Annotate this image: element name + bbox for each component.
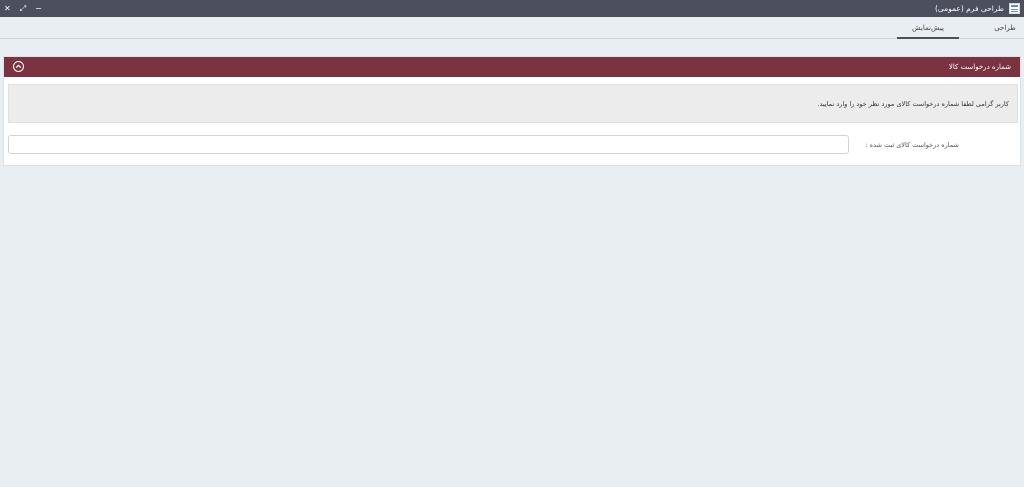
minimize-icon[interactable]: − (35, 4, 42, 13)
form-designer-icon (1009, 3, 1020, 14)
request-number-input[interactable] (8, 135, 849, 154)
tab-bar: طراحی پیش‌نمایش (0, 17, 1024, 39)
close-icon[interactable]: ✕ (4, 4, 11, 13)
info-notice: کاربر گرامی لطفا شماره درخواست کالای مور… (8, 84, 1018, 123)
panel-title: شماره درخواست کالا (948, 63, 1011, 71)
tab-preview[interactable]: پیش‌نمایش (897, 17, 959, 39)
window-titlebar: طراحی فرم (عمومی) ✕ ⤢ − (0, 0, 1024, 17)
maximize-icon[interactable]: ⤢ (20, 4, 26, 13)
notice-text: کاربر گرامی لطفا شماره درخواست کالای مور… (817, 100, 1009, 108)
request-number-label: شماره درخواست کالای ثبت شده : (865, 141, 959, 149)
window-title: طراحی فرم (عمومی) (934, 4, 1004, 13)
window-title-group: طراحی فرم (عمومی) (935, 0, 1020, 17)
request-panel: شماره درخواست کالا کاربر گرامی لطفا شمار… (3, 56, 1021, 166)
panel-header: شماره درخواست کالا (4, 57, 1020, 77)
window-controls: ✕ ⤢ − (4, 0, 42, 17)
chevron-up-circle-icon[interactable] (13, 61, 24, 72)
tab-design[interactable]: طراحی (990, 17, 1020, 39)
